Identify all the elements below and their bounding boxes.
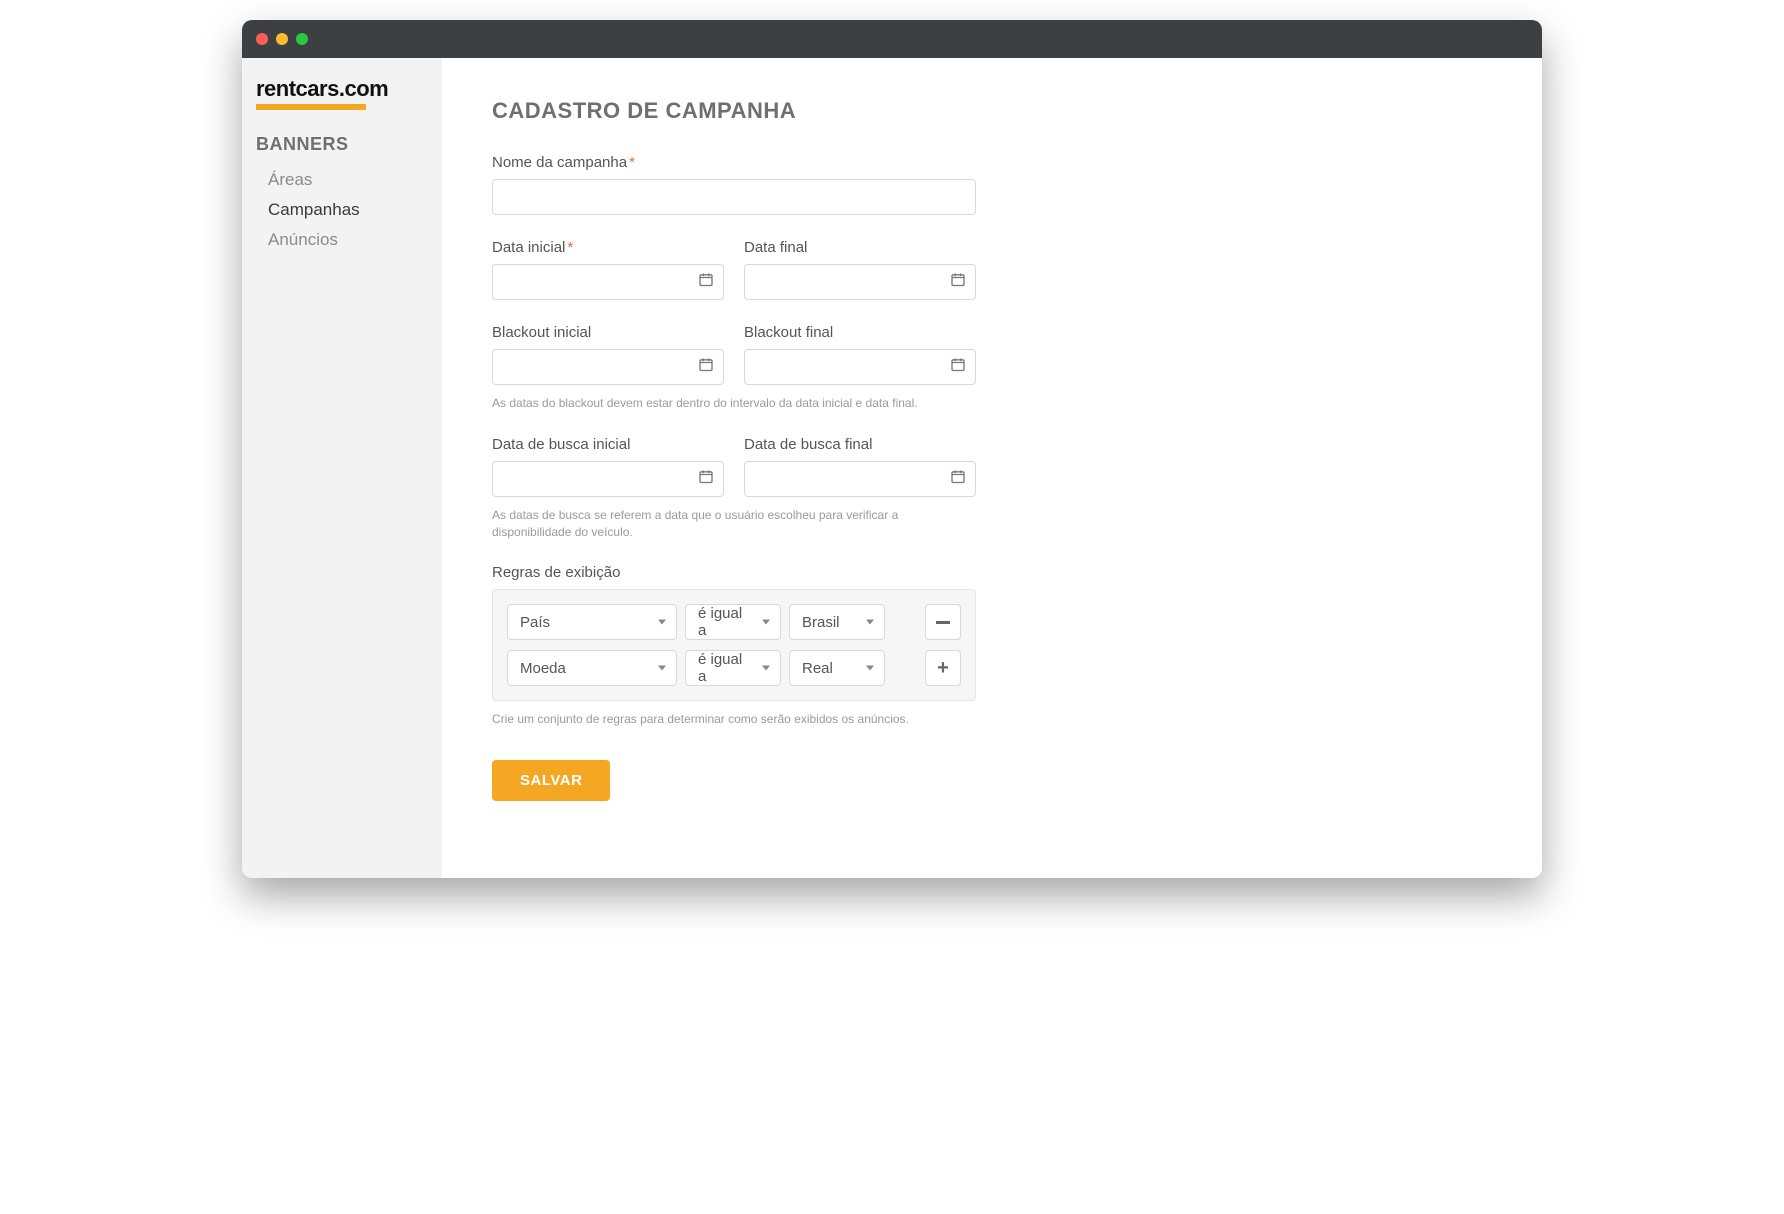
start-date-label: Data inicial* [492, 239, 724, 256]
chevron-down-icon [658, 620, 666, 625]
search-start-input[interactable] [492, 461, 724, 497]
rule-row: Moeda é igual a Real + [507, 650, 961, 686]
window-close-button[interactable] [256, 33, 268, 45]
rules-label: Regras de exibição [492, 564, 1492, 581]
campaign-name-label: Nome da campanha* [492, 154, 1492, 171]
sidebar-section-title: BANNERS [256, 134, 432, 155]
search-end-label: Data de busca final [744, 436, 976, 453]
end-date-input[interactable] [744, 264, 976, 300]
search-end-input[interactable] [744, 461, 976, 497]
logo-suffix: .com [339, 76, 388, 101]
rule-field-select-value: Moeda [520, 660, 566, 677]
blackout-end-label: Blackout final [744, 324, 976, 341]
window-maximize-button[interactable] [296, 33, 308, 45]
window-titlebar [242, 20, 1542, 58]
required-mark: * [567, 239, 573, 256]
rule-field-select[interactable]: Moeda [507, 650, 677, 686]
app-window: rentcars.com BANNERS ÁreasCampanhasAnúnc… [242, 20, 1542, 878]
rules-hint: Crie um conjunto de regras para determin… [492, 711, 976, 728]
rule-value-select-value: Real [802, 660, 833, 677]
logo: rentcars.com [256, 76, 432, 110]
rule-operator-select-value: é igual a [698, 605, 752, 639]
chevron-down-icon [866, 666, 874, 671]
logo-brand: rentcars [256, 76, 339, 101]
rule-operator-select[interactable]: é igual a [685, 604, 781, 640]
chevron-down-icon [866, 620, 874, 625]
rule-operator-select-value: é igual a [698, 651, 752, 685]
end-date-label: Data final [744, 239, 976, 256]
rule-row: País é igual a Brasil [507, 604, 961, 640]
logo-underline [256, 104, 366, 110]
sidebar-item-areas[interactable]: Áreas [256, 165, 432, 195]
add-rule-button[interactable]: + [925, 650, 961, 686]
blackout-start-label: Blackout inicial [492, 324, 724, 341]
save-button[interactable]: SALVAR [492, 760, 610, 801]
required-mark: * [629, 154, 635, 171]
chevron-down-icon [658, 666, 666, 671]
rule-value-select[interactable]: Real [789, 650, 885, 686]
search-hint: As datas de busca se referem a data que … [492, 507, 976, 541]
main-content: CADASTRO DE CAMPANHA Nome da campanha* D… [442, 58, 1542, 878]
plus-icon: + [937, 658, 949, 678]
blackout-end-input[interactable] [744, 349, 976, 385]
search-start-label: Data de busca inicial [492, 436, 724, 453]
start-date-input[interactable] [492, 264, 724, 300]
blackout-hint: As datas do blackout devem estar dentro … [492, 395, 976, 412]
sidebar-item-campanhas[interactable]: Campanhas [256, 195, 432, 225]
rule-field-select[interactable]: País [507, 604, 677, 640]
blackout-start-input[interactable] [492, 349, 724, 385]
minus-icon [936, 621, 950, 624]
sidebar: rentcars.com BANNERS ÁreasCampanhasAnúnc… [242, 58, 442, 878]
page-title: CADASTRO DE CAMPANHA [492, 98, 1492, 124]
rule-operator-select[interactable]: é igual a [685, 650, 781, 686]
chevron-down-icon [762, 666, 770, 671]
chevron-down-icon [762, 620, 770, 625]
rule-value-select[interactable]: Brasil [789, 604, 885, 640]
rule-value-select-value: Brasil [802, 614, 840, 631]
rules-box: País é igual a Brasil Moeda é igual a Real + [492, 589, 976, 701]
rule-field-select-value: País [520, 614, 550, 631]
sidebar-item-anuncios[interactable]: Anúncios [256, 225, 432, 255]
window-minimize-button[interactable] [276, 33, 288, 45]
remove-rule-button[interactable] [925, 604, 961, 640]
campaign-name-input[interactable] [492, 179, 976, 215]
